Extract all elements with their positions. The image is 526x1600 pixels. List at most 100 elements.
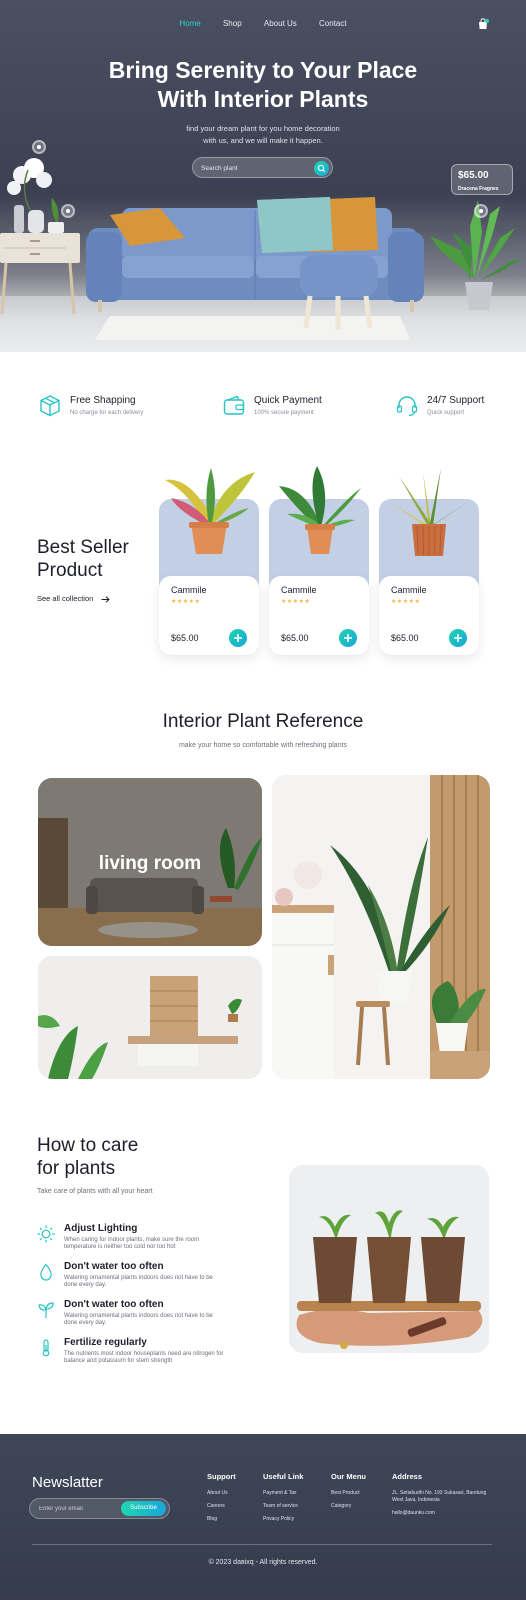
hero-subtitle-line1: find your dream plant for you home decor… xyxy=(186,124,340,133)
reference-title: Interior Plant Reference xyxy=(162,711,364,732)
feature-quick-payment: Quick Payment 100% secure payment xyxy=(222,394,342,420)
nav-about-us[interactable]: About Us xyxy=(264,19,297,28)
newsletter-form: Subscribe xyxy=(29,1498,170,1519)
subscribe-button[interactable]: Subscribe xyxy=(121,1501,166,1516)
water-drop-icon xyxy=(40,1263,52,1281)
footer: Newslatter Subscribe Support About Us Ca… xyxy=(0,1434,526,1600)
price-tag-price: $65.00 xyxy=(458,170,489,181)
footer-column-our-menu: Our Menu Best Product Category xyxy=(331,1472,366,1516)
best-seller-title-line1: Best Seller xyxy=(37,537,129,558)
box-icon xyxy=(40,395,60,417)
hotspot-plant[interactable] xyxy=(474,204,488,218)
feature-free-shipping: Free Shapping No charge for each deliver… xyxy=(38,394,168,420)
hero-subtitle-line2: with us, and we will make it happen. xyxy=(203,136,323,145)
footer-column-heading: Our Menu xyxy=(331,1472,366,1481)
product-price: $65.00 xyxy=(281,633,309,643)
newsletter-title: Newslatter xyxy=(32,1474,103,1491)
care-tip-description: The nutrients most indoor houseplants ne… xyxy=(64,1351,224,1364)
care-title: How to care for plants xyxy=(37,1134,138,1180)
newsletter-email-input[interactable] xyxy=(39,1503,119,1515)
product-card[interactable]: Cammile ★★★★★ $65.00 xyxy=(269,462,369,655)
care-tip-watering-sprout: Don't water too often Watering ornamenta… xyxy=(37,1299,227,1333)
footer-link[interactable]: Best Product xyxy=(331,1490,366,1496)
care-tip-title: Don't water too often xyxy=(64,1261,164,1272)
care-tip-lighting: Adjust Lighting When caring for indoor p… xyxy=(37,1223,227,1257)
price-tag-card[interactable]: $65.00 Dracena Fragnes xyxy=(451,164,513,195)
footer-column-heading: Address xyxy=(392,1472,423,1481)
search-icon xyxy=(317,164,326,173)
workspace-illustration xyxy=(38,956,262,1079)
product-card[interactable]: Cammile ★★★★★ $65.00 xyxy=(379,462,479,655)
care-tip-description: Watering ornamental plants indoors does … xyxy=(64,1275,213,1288)
footer-column-useful-link: Useful Link Payment & Tax Team of servic… xyxy=(263,1472,303,1529)
bedroom-corner-image[interactable] xyxy=(272,775,490,1079)
footer-link[interactable]: Team of service xyxy=(263,1503,303,1509)
arrow-right-icon xyxy=(101,595,111,603)
product-rating: ★★★★★ xyxy=(281,599,311,605)
see-all-collection-label: See all collection xyxy=(37,594,94,603)
hero-title: Bring Serenity to Your Place With Interi… xyxy=(0,56,526,114)
workspace-image[interactable] xyxy=(38,956,262,1079)
footer-divider xyxy=(32,1544,492,1545)
care-subtitle: Take care of plants with all your heart xyxy=(37,1188,153,1195)
hero-section: Home Shop About Us Contact Bring Serenit… xyxy=(0,0,526,352)
search-button[interactable] xyxy=(314,161,329,176)
footer-link[interactable]: Careers xyxy=(207,1503,236,1509)
reference-subtitle: make your home so comfortable with refre… xyxy=(178,742,348,749)
add-to-cart-button[interactable] xyxy=(339,629,357,647)
nav-shop[interactable]: Shop xyxy=(223,19,242,28)
product-image xyxy=(279,466,361,554)
plus-icon xyxy=(454,634,462,642)
hotspot-vase[interactable] xyxy=(61,204,75,218)
add-to-cart-button[interactable] xyxy=(229,629,247,647)
care-tip-title: Don't water too often xyxy=(64,1299,164,1310)
care-tip-fertilize: Fertilize regularly The nutrients most i… xyxy=(37,1337,227,1371)
care-tip-description: When caring for indoor plants, make sure… xyxy=(64,1237,200,1250)
product-rating: ★★★★★ xyxy=(391,599,421,605)
product-image xyxy=(165,468,255,554)
footer-link[interactable]: Privacy Policy xyxy=(263,1516,303,1522)
feature-title: Free Shapping xyxy=(70,395,136,406)
product-price: $65.00 xyxy=(171,633,199,643)
hero-title-line2: With Interior Plants xyxy=(157,86,369,112)
sun-icon xyxy=(37,1225,55,1243)
hotspot-flowers[interactable] xyxy=(32,140,46,154)
living-room-image[interactable]: living room xyxy=(38,778,262,946)
sprout-icon xyxy=(38,1302,54,1318)
feature-title: 24/7 Support xyxy=(427,395,485,406)
feature-subtitle: No charge for each delivery xyxy=(70,410,144,416)
main-navigation: Home Shop About Us Contact xyxy=(0,19,526,28)
care-tip-title: Adjust Lighting xyxy=(64,1223,138,1234)
care-tip-title: Fertilize regularly xyxy=(64,1337,147,1348)
care-tip-watering: Don't water too often Watering ornamenta… xyxy=(37,1261,227,1295)
hero-title-line1: Bring Serenity to Your Place xyxy=(108,57,418,83)
care-tip-description: Watering ornamental plants indoors does … xyxy=(64,1313,213,1326)
living-room-label: living room xyxy=(98,853,202,874)
hero-subtitle: find your dream plant for you home decor… xyxy=(163,123,363,147)
nav-home[interactable]: Home xyxy=(179,19,200,28)
footer-email-link[interactable]: hallo@daunku.com xyxy=(392,1510,497,1516)
footer-link[interactable]: Payment & Tax xyxy=(263,1490,303,1496)
care-title-line1: How to care xyxy=(37,1135,139,1156)
feature-title: Quick Payment xyxy=(254,395,322,406)
bedroom-corner-illustration xyxy=(272,775,490,1079)
shopping-bag-icon[interactable] xyxy=(477,18,489,30)
feature-subtitle: Quick support xyxy=(427,410,465,416)
footer-column-address: Address JL. Setiabudhi No. 193 Sukasari,… xyxy=(392,1472,497,1523)
price-tag-name: Dracena Fragnes xyxy=(458,186,499,192)
search-input[interactable] xyxy=(201,162,301,174)
product-name: Cammile xyxy=(281,585,317,595)
product-price: $65.00 xyxy=(391,633,419,643)
plus-icon xyxy=(344,634,352,642)
footer-link[interactable]: Category xyxy=(331,1503,366,1509)
footer-column-heading: Useful Link xyxy=(263,1472,304,1481)
footer-link[interactable]: Blog xyxy=(207,1516,236,1522)
nav-contact[interactable]: Contact xyxy=(319,19,347,28)
see-all-collection-link[interactable]: See all collection xyxy=(37,594,111,603)
product-name: Cammile xyxy=(391,585,427,595)
product-image xyxy=(389,468,471,556)
footer-link[interactable]: About Us xyxy=(207,1490,236,1496)
feature-subtitle: 100% secure payment xyxy=(254,410,314,416)
add-to-cart-button[interactable] xyxy=(449,629,467,647)
product-card[interactable]: Cammile ★★★★★ $65.00 xyxy=(159,462,259,655)
